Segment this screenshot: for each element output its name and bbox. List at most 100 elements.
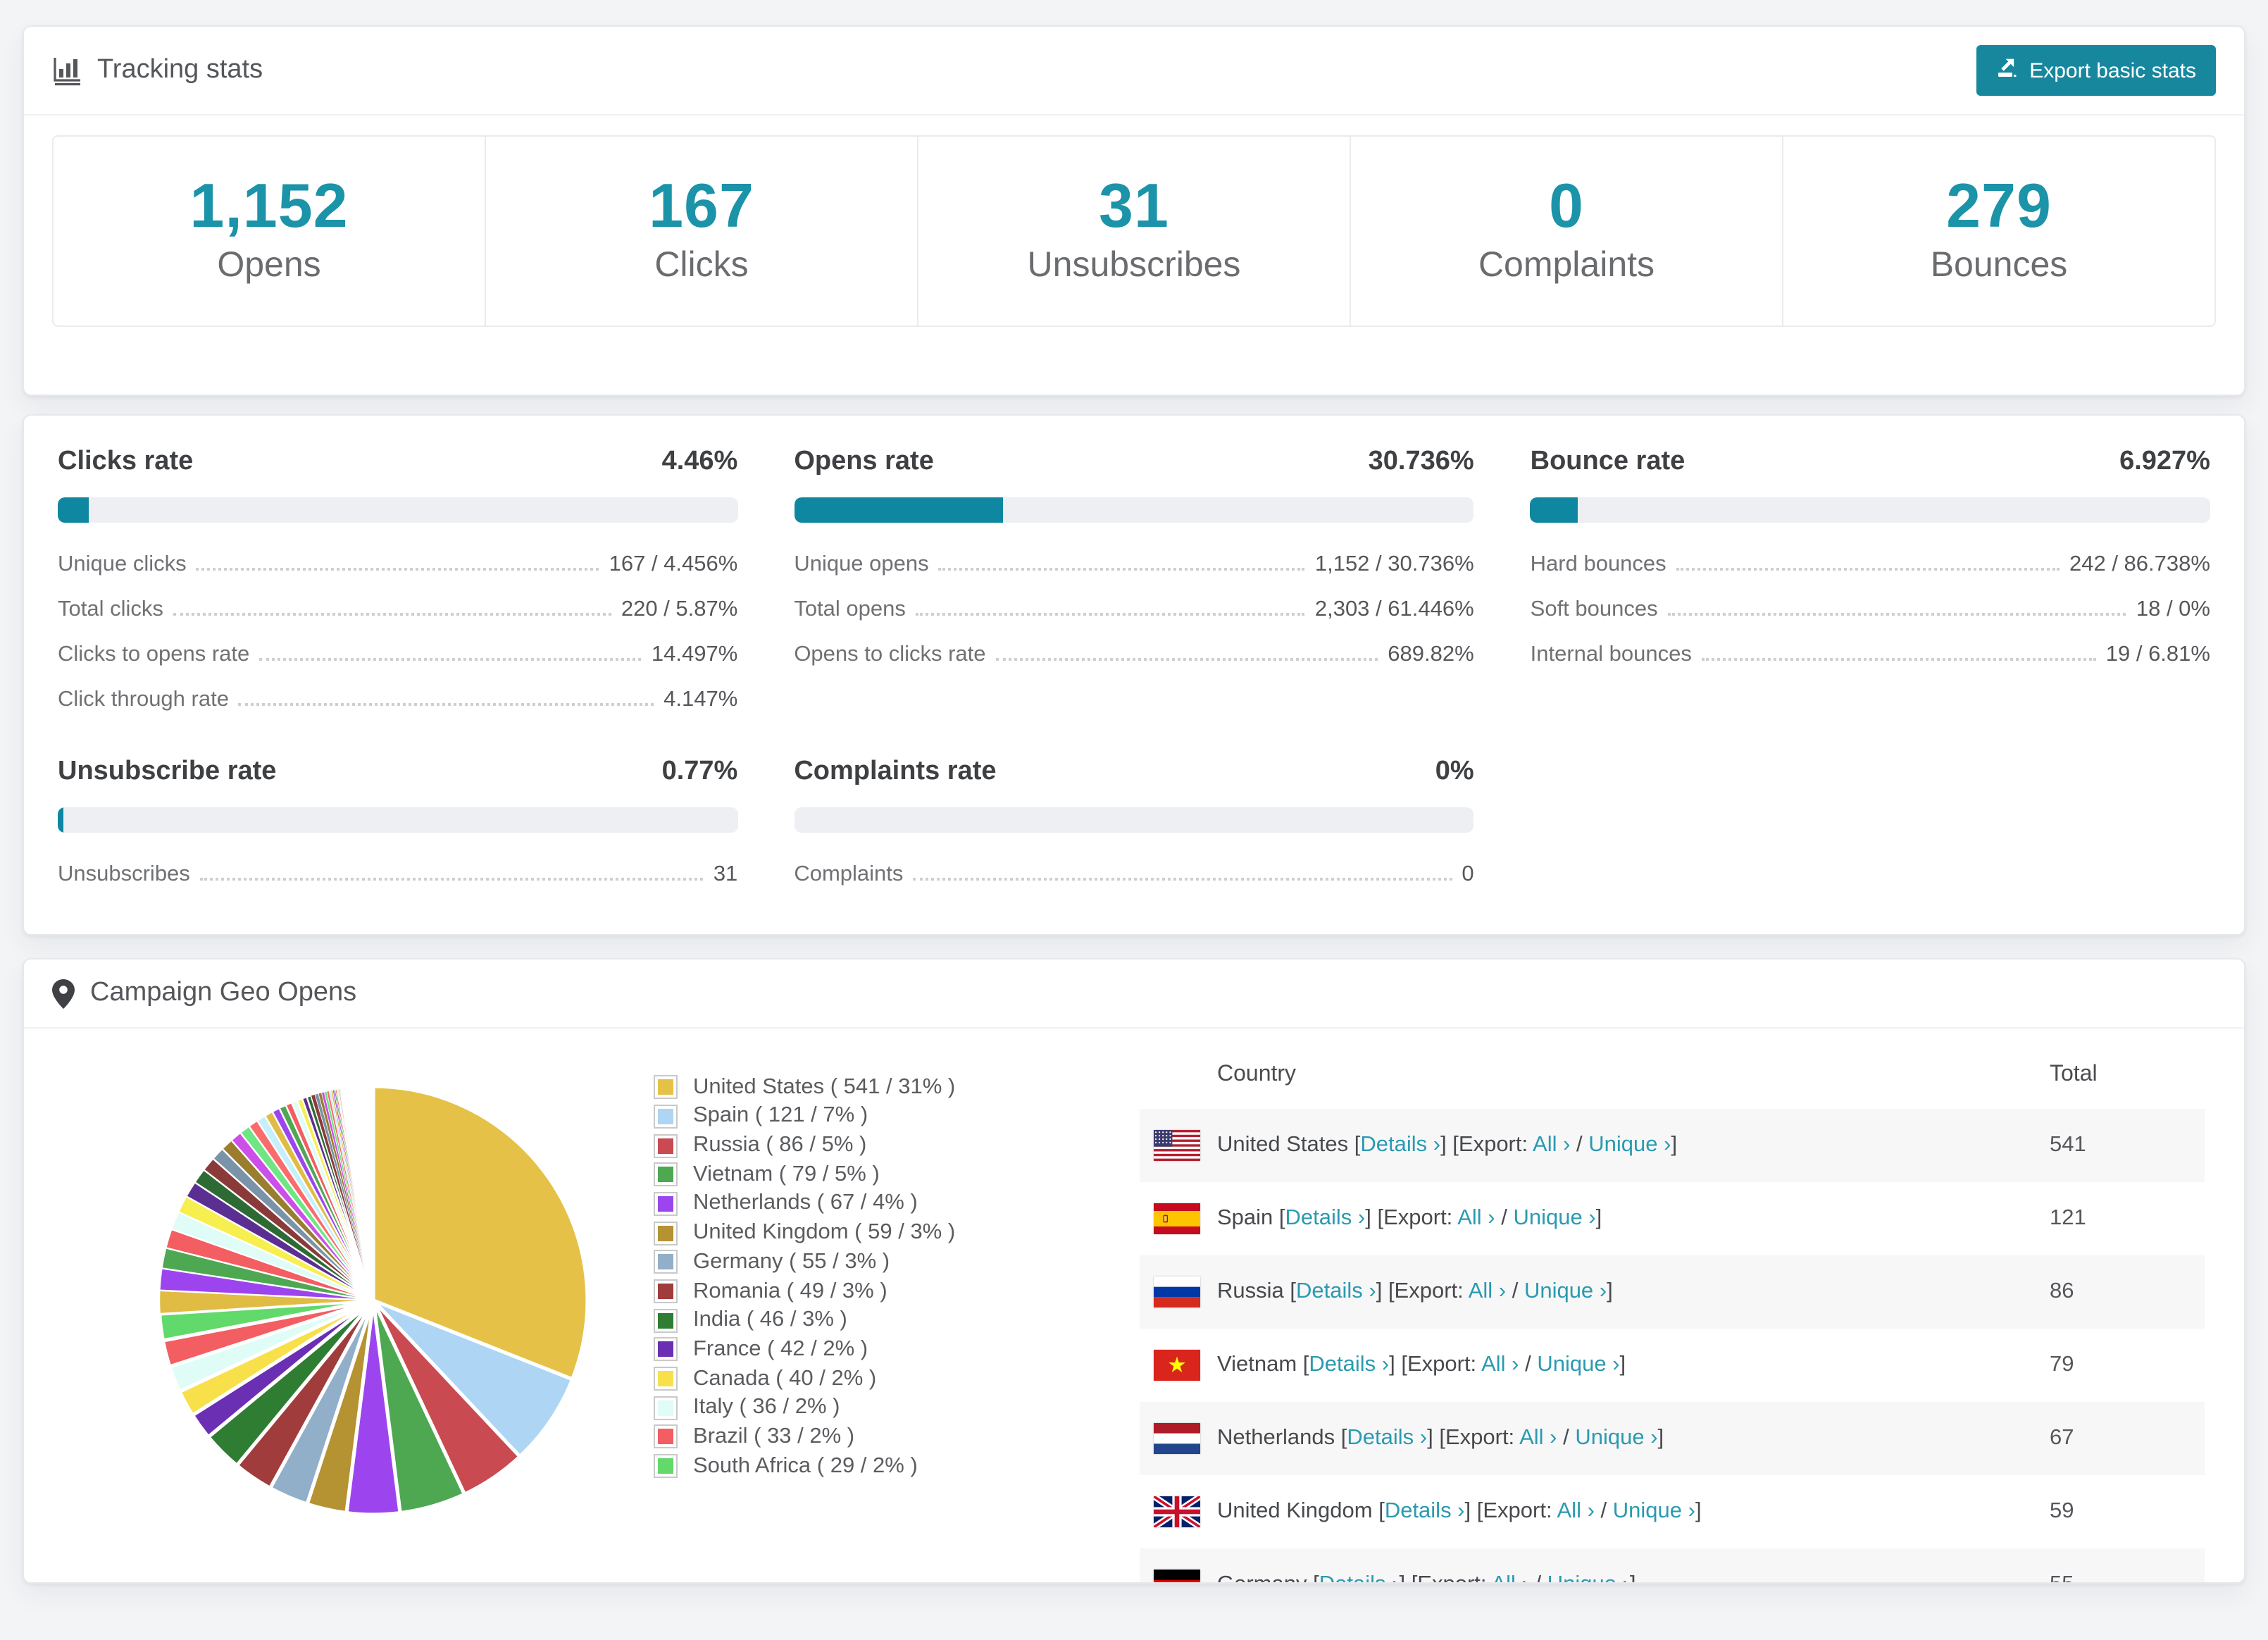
legend-item-netherlands[interactable]: Netherlands ( 67 / 4% )	[655, 1189, 955, 1218]
legend-item-italy[interactable]: Italy ( 36 / 2% )	[655, 1393, 955, 1422]
export-unique-link[interactable]: Unique ›	[1547, 1573, 1630, 1583]
rate-detail-rows: Unsubscribes 31	[58, 853, 737, 898]
germany-flag-icon	[1154, 1570, 1200, 1583]
stat-value: 279	[1946, 172, 2052, 241]
detail-value: 1,152 / 30.736%	[1314, 552, 1474, 577]
export-all-link[interactable]: All ›	[1533, 1133, 1570, 1157]
detail-value: 689.82%	[1388, 642, 1474, 667]
geo-title-text: Campaign Geo Opens	[90, 978, 357, 1008]
empty-cell	[1531, 757, 2210, 898]
export-unique-link[interactable]: Unique ›	[1588, 1133, 1671, 1157]
bar-chart-icon	[52, 56, 82, 85]
legend-item-united-states[interactable]: United States ( 541 / 31% )	[655, 1073, 955, 1102]
stat-unsubscribes: 31 Unsubscribes	[917, 137, 1350, 326]
bounce-rate-heading: Bounce rate 6.927%	[1531, 447, 2210, 478]
stat-value: 0	[1549, 172, 1584, 241]
stat-label: Clicks	[654, 245, 749, 285]
clicks-to-opens-rate-row: Clicks to opens rate 14.497%	[58, 633, 737, 678]
legend-label: Brazil ( 33 / 2% )	[693, 1424, 855, 1448]
export-unique-link[interactable]: Unique ›	[1537, 1353, 1619, 1377]
stat-label: Complaints	[1478, 245, 1655, 285]
detail-value: 18 / 0%	[2136, 597, 2210, 622]
legend-item-germany[interactable]: Germany ( 55 / 3% )	[655, 1248, 955, 1276]
legend-item-canada[interactable]: Canada ( 40 / 2% )	[655, 1365, 955, 1393]
export-icon	[1995, 56, 2018, 85]
country-cell: Netherlands [Details ›] [Export: All › /…	[1217, 1426, 1664, 1450]
export-unique-link[interactable]: Unique ›	[1575, 1427, 1657, 1450]
legend-item-vietnam[interactable]: Vietnam ( 79 / 5% )	[655, 1160, 955, 1189]
country-cell: United Kingdom [Details ›] [Export: All …	[1217, 1499, 1702, 1524]
complaints-rate-panel: Complaints rate 0% Complaints 0	[794, 757, 1474, 898]
rate-detail-rows: Complaints 0	[794, 853, 1473, 898]
export-unique-link[interactable]: Unique ›	[1513, 1207, 1595, 1231]
dotted-leader	[915, 613, 1305, 616]
unsubscribe-rate-panel: Unsubscribe rate 0.77% Unsubscribes 31	[58, 757, 738, 898]
rate-value: 0.77%	[661, 757, 738, 787]
details-link[interactable]: Details ›	[1385, 1500, 1465, 1524]
rate-value: 6.927%	[2119, 447, 2210, 477]
campaign-geo-opens-card: Campaign Geo Opens United States ( 541 /…	[23, 958, 2245, 1584]
total-clicks-row: Total clicks 220 / 5.87%	[58, 588, 737, 633]
details-link[interactable]: Details ›	[1285, 1207, 1366, 1231]
total-cell: 121	[2050, 1206, 2086, 1231]
vietnam-flag-icon	[1154, 1350, 1200, 1381]
details-link[interactable]: Details ›	[1360, 1133, 1440, 1157]
table-row-spain: Spain [Details ›] [Export: All › / Uniqu…	[1140, 1183, 2205, 1256]
details-link[interactable]: Details ›	[1347, 1427, 1427, 1450]
tracking-stats-page: Tracking stats Export basic stats 1,152 O…	[0, 25, 2268, 1640]
legend-item-russia[interactable]: Russia ( 86 / 5% )	[655, 1131, 955, 1160]
legend-label: France ( 42 / 2% )	[693, 1336, 868, 1361]
click-through-rate-row: Click through rate 4.147%	[58, 678, 737, 723]
unique-opens-row: Unique opens 1,152 / 30.736%	[794, 543, 1473, 588]
legend-item-united-kingdom[interactable]: United Kingdom ( 59 / 3% )	[655, 1219, 955, 1248]
export-all-link[interactable]: All ›	[1491, 1573, 1528, 1583]
details-link[interactable]: Details ›	[1309, 1353, 1389, 1377]
legend-item-france[interactable]: France ( 42 / 2% )	[655, 1335, 955, 1364]
stat-value: 31	[1099, 172, 1169, 241]
total-opens-row: Total opens 2,303 / 61.446%	[794, 588, 1473, 633]
opens-to-clicks-rate-row: Opens to clicks rate 689.82%	[794, 633, 1473, 678]
legend-label: Russia ( 86 / 5% )	[693, 1133, 867, 1157]
internal-bounces-row: Internal bounces 19 / 6.81%	[1531, 633, 2210, 678]
country-column-header: Country	[1217, 1062, 1297, 1087]
stat-opens: 1,152 Opens	[54, 137, 485, 326]
legend-item-romania[interactable]: Romania ( 49 / 3% )	[655, 1276, 955, 1305]
rate-title: Unsubscribe rate	[58, 757, 277, 787]
geo-opens-table: Country Total United States [Details ›] …	[1140, 1042, 2205, 1583]
total-cell: 55	[2050, 1573, 2205, 1583]
legend-item-south-africa[interactable]: South Africa ( 29 / 2% )	[655, 1452, 955, 1481]
export-all-link[interactable]: All ›	[1519, 1427, 1557, 1450]
export-unique-link[interactable]: Unique ›	[1613, 1500, 1695, 1524]
legend-swatch	[655, 1193, 676, 1215]
dotted-leader	[173, 613, 611, 616]
rate-title: Complaints rate	[794, 757, 997, 787]
country-name: Netherlands	[1217, 1426, 1341, 1450]
geo-table-body: United States [Details ›] [Export: All ›…	[1140, 1109, 2205, 1583]
export-all-link[interactable]: All ›	[1557, 1500, 1595, 1524]
map-pin-icon	[52, 979, 75, 1009]
clicks-rate-progress-bar	[58, 497, 738, 523]
tracking-stats-card: Tracking stats Export basic stats 1,152 O…	[23, 25, 2245, 397]
rate-detail-rows: Hard bounces 242 / 86.738% Soft bounces 18 …	[1531, 543, 2210, 678]
export-all-link[interactable]: All ›	[1457, 1207, 1495, 1231]
dotted-leader	[1701, 658, 2096, 661]
legend-item-spain[interactable]: Spain ( 121 / 7% )	[655, 1102, 955, 1131]
unsubscribe-rate-progress-bar	[58, 807, 738, 833]
details-link[interactable]: Details ›	[1319, 1573, 1400, 1583]
legend-swatch	[655, 1135, 676, 1157]
export-all-link[interactable]: All ›	[1481, 1353, 1519, 1377]
legend-item-india[interactable]: India ( 46 / 3% )	[655, 1306, 955, 1335]
detail-label: Complaints	[794, 862, 904, 887]
export-unique-link[interactable]: Unique ›	[1524, 1280, 1607, 1304]
soft-bounces-row: Soft bounces 18 / 0%	[1531, 588, 2210, 633]
complaints-rate-progress-bar	[794, 807, 1474, 833]
country-cell: United States [Details ›] [Export: All ›…	[1217, 1133, 1678, 1157]
details-link[interactable]: Details ›	[1296, 1280, 1376, 1304]
rate-value: 0%	[1435, 757, 1474, 787]
export-basic-stats-button[interactable]: Export basic stats	[1976, 45, 2216, 96]
export-all-link[interactable]: All ›	[1469, 1280, 1506, 1304]
stat-label: Opens	[217, 245, 321, 285]
legend-item-brazil[interactable]: Brazil ( 33 / 2% )	[655, 1422, 955, 1451]
legend-label: United Kingdom ( 59 / 3% )	[693, 1220, 956, 1245]
spain-flag-icon	[1154, 1203, 1200, 1235]
